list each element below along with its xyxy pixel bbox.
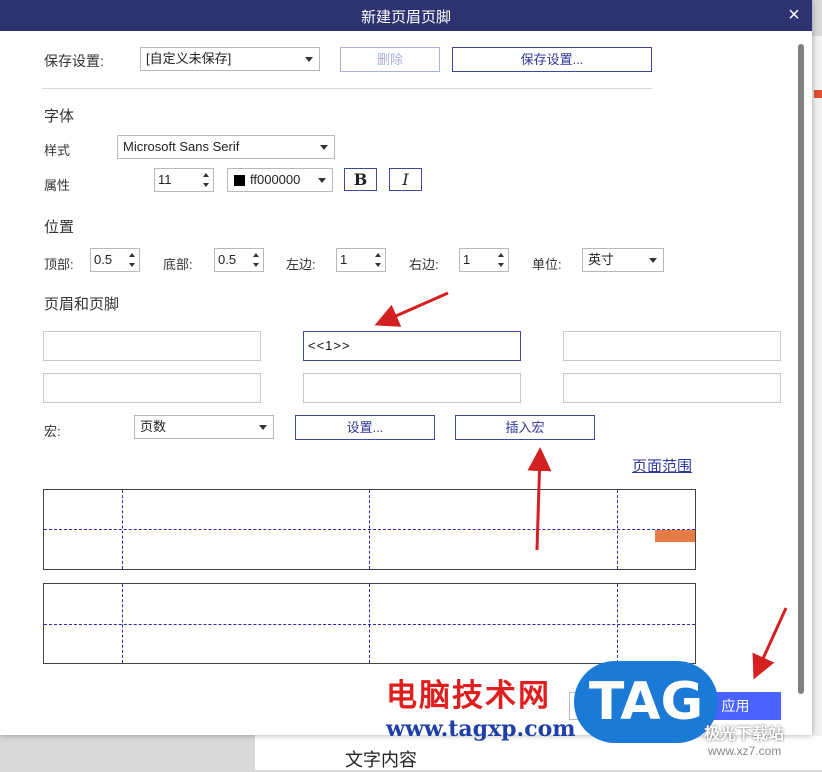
arrow-icon [374,291,449,327]
watermark-xz-url: www.xz7.com [708,744,782,758]
arrow-icon [527,447,552,551]
watermark-tag-logo: TAG [574,661,718,743]
watermark-site-name: 电脑技术网 [386,678,551,714]
watermark-site-url: www.tagxp.com [386,716,576,742]
arrow-icon [752,607,788,680]
annotation-arrows [374,291,788,680]
watermark-xz-name: 极光下载站 [704,724,785,743]
